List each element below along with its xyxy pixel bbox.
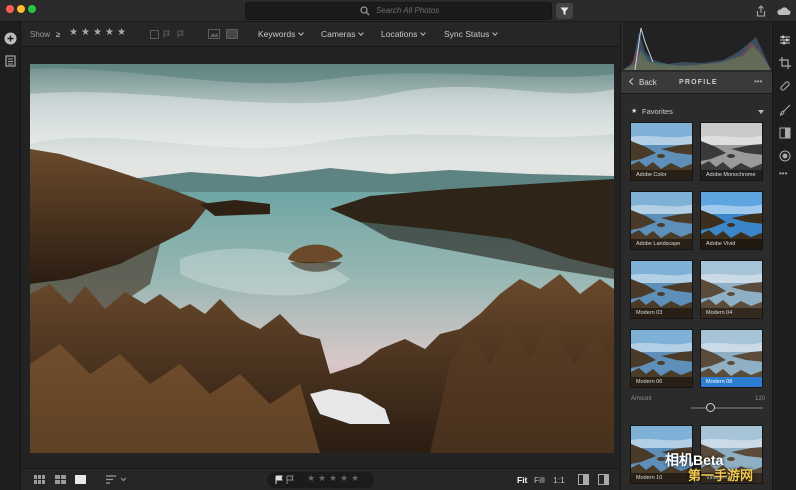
cameras-dropdown[interactable]: Cameras — [321, 29, 365, 39]
bottom-toolbar: ★ ★ ★ ★ ★ Fit Fill 1:1 — [22, 468, 619, 490]
more-options-button[interactable]: ••• — [754, 77, 762, 86]
funnel-icon — [560, 7, 569, 15]
profile-label: Adobe Color — [631, 170, 692, 180]
rating-star-2[interactable]: ★ — [318, 473, 326, 484]
favorites-label: Favorites — [642, 107, 673, 116]
chevron-down-icon — [492, 30, 499, 36]
library-icon[interactable] — [5, 55, 16, 67]
profile-label: Adobe Landscape — [631, 239, 692, 249]
filter-star-3[interactable]: ★ — [93, 27, 102, 38]
crop-icon[interactable] — [779, 57, 791, 69]
chevron-down-icon — [298, 30, 305, 36]
profile-thumbnail[interactable]: Modern 04 — [700, 260, 763, 319]
rating-operator[interactable]: ≥ — [56, 30, 60, 39]
landscape-image — [30, 64, 614, 453]
rating-star-4[interactable]: ★ — [340, 473, 348, 484]
filter-bar: Show ≥ ★ ★ ★ ★ ★ Keywords Cameras Locati… — [22, 22, 619, 47]
detail-view-icon[interactable] — [75, 475, 86, 484]
rating-flag-group: ★ ★ ★ ★ ★ — [267, 472, 374, 488]
radial-gradient-icon[interactable] — [779, 150, 791, 162]
favorites-header[interactable]: ★ Favorites — [621, 102, 773, 122]
chevron-left-icon — [628, 77, 637, 86]
search-box[interactable]: Search All Photos — [245, 2, 552, 20]
profile-thumbnail[interactable]: Adobe Vivid — [700, 191, 763, 250]
brush-icon[interactable] — [779, 104, 791, 116]
profile-label: Adobe Monochrome — [701, 170, 762, 180]
keywords-label: Keywords — [258, 29, 296, 39]
cloud-sync-icon[interactable] — [776, 6, 791, 16]
profile-label: Adobe Vivid — [701, 239, 762, 249]
profile-thumbnail[interactable]: Modern 03 — [630, 260, 693, 319]
square-grid-icon[interactable] — [34, 475, 45, 484]
sync-status-dropdown[interactable]: Sync Status — [444, 29, 499, 39]
zoom-1to1-button[interactable]: 1:1 — [553, 475, 565, 485]
profile-thumbnail[interactable]: Modern 08 — [700, 329, 763, 388]
profile-thumbnail[interactable]: Adobe Monochrome — [700, 122, 763, 181]
media-type-icons[interactable] — [208, 29, 240, 39]
filter-star-5[interactable]: ★ — [117, 27, 126, 38]
filter-button[interactable] — [556, 3, 573, 19]
profile-thumbnail[interactable]: Adobe Color — [630, 122, 693, 181]
sort-icon[interactable] — [106, 475, 128, 484]
histogram — [623, 22, 771, 71]
rating-star-5[interactable]: ★ — [351, 473, 359, 484]
share-icon[interactable] — [756, 5, 766, 17]
profile-label: Modern 10 — [631, 473, 692, 483]
app-window: Search All Photos Show ≥ ★ ★ ★ ★ ★ Keywo… — [0, 0, 796, 490]
histogram-graph — [623, 27, 771, 71]
edit-sliders-icon[interactable] — [779, 34, 791, 46]
profile-thumbnail[interactable]: Modern 06 — [630, 329, 693, 388]
show-label: Show — [30, 30, 51, 39]
amount-label: Amount — [631, 396, 652, 402]
sync-status-label: Sync Status — [444, 29, 490, 39]
profile-thumbnail[interactable]: Adobe Landscape — [630, 191, 693, 250]
main-photo — [30, 64, 614, 453]
add-photos-icon[interactable] — [4, 32, 17, 45]
watermark-subtitle: 第一手游网 — [688, 468, 754, 483]
linear-gradient-icon[interactable] — [779, 127, 791, 139]
profile-label: Modern 04 — [701, 308, 762, 318]
zoom-window-button[interactable] — [28, 5, 36, 13]
locations-dropdown[interactable]: Locations — [381, 29, 427, 39]
edit-panel: Back PROFILE ••• ★ Favorites Adobe Color… — [620, 22, 773, 490]
close-window-button[interactable] — [6, 5, 14, 13]
rating-star-3[interactable]: ★ — [329, 473, 337, 484]
profile-label: Modern 06 — [631, 377, 692, 387]
minimize-window-button[interactable] — [17, 5, 25, 13]
rating-star-1[interactable]: ★ — [307, 473, 315, 484]
amount-value: 120 — [754, 396, 765, 402]
back-button[interactable]: Back — [639, 78, 657, 87]
keywords-dropdown[interactable]: Keywords — [258, 29, 305, 39]
right-rail: ••• — [772, 22, 796, 490]
amount-slider-knob[interactable] — [706, 403, 716, 412]
locations-label: Locations — [381, 29, 418, 39]
left-rail — [0, 22, 21, 490]
zoom-fill-button[interactable]: Fill — [534, 475, 545, 485]
amount-slider-track[interactable] — [691, 407, 763, 409]
search-placeholder: Search All Photos — [376, 6, 440, 15]
star-icon: ★ — [631, 108, 638, 115]
chevron-down-icon — [358, 30, 365, 36]
title-bar: Search All Photos — [0, 0, 796, 22]
zoom-fit-button[interactable]: Fit — [517, 475, 527, 485]
chevron-down-icon — [420, 30, 427, 36]
flag-icons[interactable] — [275, 475, 299, 485]
healing-brush-icon[interactable] — [779, 80, 791, 92]
filter-star-4[interactable]: ★ — [105, 27, 114, 38]
search-icon — [360, 6, 370, 16]
compare-icon[interactable] — [578, 474, 589, 485]
profile-label: Modern 08 — [701, 377, 762, 387]
photo-grid-icon[interactable] — [55, 475, 66, 484]
panel-toggle-icon[interactable] — [598, 474, 609, 485]
flag-filter-icons[interactable] — [150, 30, 186, 39]
cameras-label: Cameras — [321, 29, 356, 39]
filter-star-1[interactable]: ★ — [69, 27, 78, 38]
caret-down-icon — [758, 110, 764, 114]
filter-star-2[interactable]: ★ — [81, 27, 90, 38]
more-tools-icon[interactable]: ••• — [779, 169, 787, 178]
profile-header: Back PROFILE ••• — [621, 72, 773, 94]
panel-title: PROFILE — [679, 79, 718, 86]
profile-label: Modern 03 — [631, 308, 692, 318]
